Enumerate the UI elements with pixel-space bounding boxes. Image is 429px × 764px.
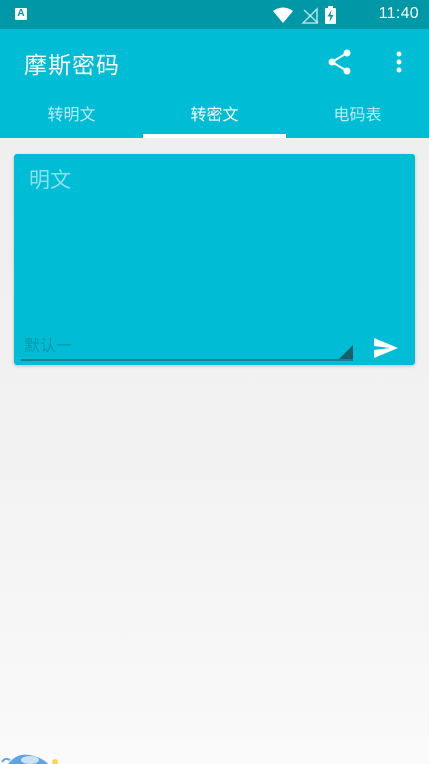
status-icons [273, 6, 336, 24]
tab-bar: 转明文 转密文 电码表 [0, 93, 429, 138]
tab-to-ciphertext[interactable]: 转密文 [143, 93, 286, 138]
app-bar: 摩斯密码 转明文 转密文 电码表 [0, 29, 429, 138]
plaintext-field[interactable]: 明文 [29, 164, 71, 194]
resize-handle-icon [339, 345, 353, 359]
tab-code-table[interactable]: 电码表 [286, 93, 429, 138]
option-hint: 默认一 [24, 336, 73, 355]
input-card: 明文 默认一 [14, 154, 415, 365]
battery-charging-icon [325, 6, 336, 24]
app-title: 摩斯密码 [24, 53, 120, 79]
status-bar: A 11:40 [0, 0, 429, 29]
wifi-icon [273, 7, 293, 23]
status-time: 11:40 [378, 5, 419, 22]
option-input[interactable]: 默认一 [21, 326, 353, 361]
no-signal-icon [301, 7, 319, 24]
send-icon[interactable] [372, 334, 400, 362]
tab-to-plaintext[interactable]: 转明文 [0, 93, 143, 138]
app-store-icon: A [15, 8, 27, 20]
share-icon[interactable] [326, 48, 354, 76]
more-vert-icon[interactable] [389, 48, 409, 76]
mascot-icon [1, 754, 58, 764]
